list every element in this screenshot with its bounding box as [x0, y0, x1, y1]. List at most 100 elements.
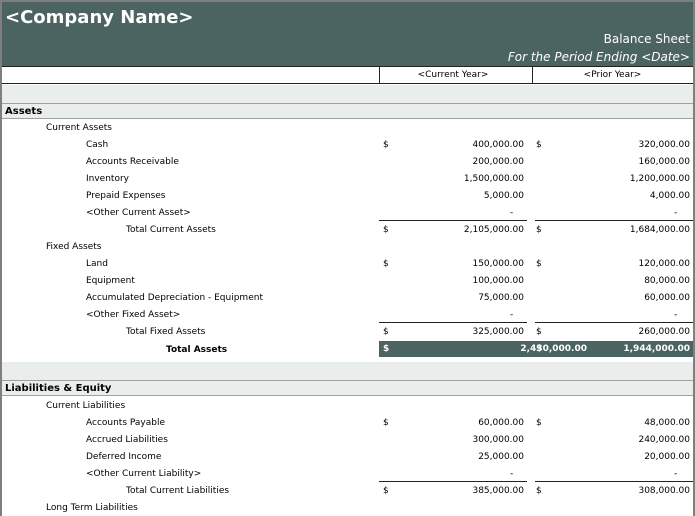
currency-symbol: $	[383, 259, 389, 269]
row-label: Total Fixed Assets	[126, 327, 206, 337]
sheet-header: <Company Name> Balance Sheet For the Per…	[2, 0, 693, 67]
prior-year-value[interactable]: 320,000.00	[638, 140, 690, 150]
row-label[interactable]: Land	[86, 259, 108, 269]
group-fixed-assets: Fixed Assets	[2, 238, 693, 255]
currency-symbol: $	[383, 418, 389, 428]
balance-sheet: <Company Name> Balance Sheet For the Per…	[0, 0, 695, 516]
row-label[interactable]: Prepaid Expenses	[86, 191, 166, 201]
prior-year-value[interactable]: -	[674, 208, 677, 218]
column-divider	[379, 67, 380, 84]
row-label[interactable]: Accumulated Depreciation - Equipment	[86, 293, 263, 303]
currency-symbol: $	[383, 225, 389, 235]
prior-year-value: 1,944,000.00	[623, 344, 690, 354]
row-label[interactable]: Accounts Payable	[86, 418, 165, 428]
column-header-row: <Current Year> <Prior Year>	[2, 67, 693, 84]
column-divider	[532, 67, 533, 84]
prior-year-value: 1,684,000.00	[629, 225, 690, 235]
table-row: Accounts Receivable 200,000.00 160,000.0…	[2, 153, 693, 170]
prior-year-value: 308,000.00	[638, 486, 690, 496]
current-year-value[interactable]: -	[510, 469, 513, 479]
table-row: Accrued Liabilities 300,000.00 240,000.0…	[2, 431, 693, 448]
current-year-value: 2,430,000.00	[520, 344, 587, 354]
company-name[interactable]: <Company Name>	[5, 7, 194, 28]
currency-symbol: $	[383, 486, 389, 496]
section-assets: Assets	[2, 103, 693, 119]
currency-symbol: $	[536, 225, 542, 235]
section-liabilities-equity: Liabilities & Equity	[2, 380, 693, 396]
subtotal-row: Total Fixed Assets $ 325,000.00 $ 260,00…	[2, 323, 693, 340]
prior-year-value[interactable]: 20,000.00	[644, 452, 690, 462]
group-current-assets: Current Assets	[2, 119, 693, 136]
prior-year-value: 260,000.00	[638, 327, 690, 337]
current-year-value[interactable]: 100,000.00	[472, 276, 524, 286]
sheet-title: Balance Sheet	[603, 32, 690, 46]
prior-year-value[interactable]: -	[674, 469, 677, 479]
row-label[interactable]: Inventory	[86, 174, 129, 184]
current-year-value[interactable]: 60,000.00	[478, 418, 524, 428]
group-current-liabilities: Current Liabilities	[2, 397, 693, 414]
table-row: Prepaid Expenses 5,000.00 4,000.00	[2, 187, 693, 204]
period-label[interactable]: For the Period Ending <Date>	[508, 50, 690, 64]
group-long-term-liabilities: Long Term Liabilities	[2, 499, 693, 516]
prior-year-value[interactable]: 60,000.00	[644, 293, 690, 303]
group-label: Long Term Liabilities	[46, 503, 138, 513]
table-row: <Other Current Asset> - -	[2, 204, 693, 221]
group-label: Current Assets	[46, 123, 112, 133]
current-year-value[interactable]: 200,000.00	[472, 157, 524, 167]
prior-year-value[interactable]: 120,000.00	[638, 259, 690, 269]
row-label[interactable]: <Other Current Asset>	[86, 208, 191, 218]
prior-year-value[interactable]: 80,000.00	[644, 276, 690, 286]
current-year-value[interactable]: 5,000.00	[484, 191, 524, 201]
current-year-value: 385,000.00	[472, 486, 524, 496]
row-label[interactable]: Deferred Income	[86, 452, 161, 462]
current-year-value[interactable]: 25,000.00	[478, 452, 524, 462]
current-year-value[interactable]: 300,000.00	[472, 435, 524, 445]
currency-symbol: $	[383, 140, 389, 150]
currency-symbol: $	[536, 259, 542, 269]
table-row: Equipment 100,000.00 80,000.00	[2, 272, 693, 289]
row-label[interactable]: Accrued Liabilities	[86, 435, 168, 445]
current-year-value[interactable]: 75,000.00	[478, 293, 524, 303]
subtotal-row: Total Current Assets $ 2,105,000.00 $ 1,…	[2, 221, 693, 238]
total-assets-label: Total Assets	[166, 345, 228, 355]
current-year-value: 2,105,000.00	[463, 225, 524, 235]
prior-year-value[interactable]: 240,000.00	[638, 435, 690, 445]
prior-year-value[interactable]: 4,000.00	[650, 191, 690, 201]
current-year-value[interactable]: -	[510, 208, 513, 218]
row-label[interactable]: Equipment	[86, 276, 135, 286]
currency-symbol: $	[536, 140, 542, 150]
row-label: Total Current Liabilities	[126, 486, 230, 496]
total-assets-bar: $ 2,430,000.00 $ 1,944,000.00	[379, 341, 693, 357]
subtotal-row: Total Current Liabilities $ 385,000.00 $…	[2, 482, 693, 499]
prior-year-value[interactable]: 1,200,000.00	[630, 174, 690, 184]
spacer-row	[2, 85, 693, 103]
prior-year-value[interactable]: 48,000.00	[644, 418, 690, 428]
current-year-value[interactable]: 150,000.00	[472, 259, 524, 269]
currency-symbol: $	[536, 327, 542, 337]
current-year-value[interactable]: 400,000.00	[472, 140, 524, 150]
table-row: Land $ 150,000.00 $ 120,000.00	[2, 255, 693, 272]
table-row: Inventory 1,500,000.00 1,200,000.00	[2, 170, 693, 187]
prior-year-value[interactable]: 160,000.00	[638, 157, 690, 167]
current-year-value[interactable]: -	[510, 310, 513, 320]
currency-symbol: $	[383, 344, 390, 354]
group-label: Fixed Assets	[46, 242, 102, 252]
row-label[interactable]: Accounts Receivable	[86, 157, 179, 167]
prior-year-value[interactable]: -	[674, 310, 677, 320]
row-label[interactable]: Cash	[86, 140, 108, 150]
current-year-value[interactable]: 1,500,000.00	[464, 174, 524, 184]
section-title: Assets	[5, 106, 43, 117]
row-label[interactable]: <Other Fixed Asset>	[86, 310, 180, 320]
currency-symbol: $	[536, 486, 542, 496]
row-label: Total Current Assets	[126, 225, 216, 235]
section-title: Liabilities & Equity	[5, 383, 112, 394]
table-row: Deferred Income 25,000.00 20,000.00	[2, 448, 693, 465]
currency-symbol: $	[536, 418, 542, 428]
currency-symbol: $	[383, 327, 389, 337]
current-year-value: 325,000.00	[472, 327, 524, 337]
row-label[interactable]: <Other Current Liability>	[86, 469, 201, 479]
table-row: Accumulated Depreciation - Equipment 75,…	[2, 289, 693, 306]
table-row: Accounts Payable $ 60,000.00 $ 48,000.00	[2, 414, 693, 431]
column-current-year[interactable]: <Current Year>	[379, 70, 527, 80]
column-prior-year[interactable]: <Prior Year>	[535, 70, 690, 80]
